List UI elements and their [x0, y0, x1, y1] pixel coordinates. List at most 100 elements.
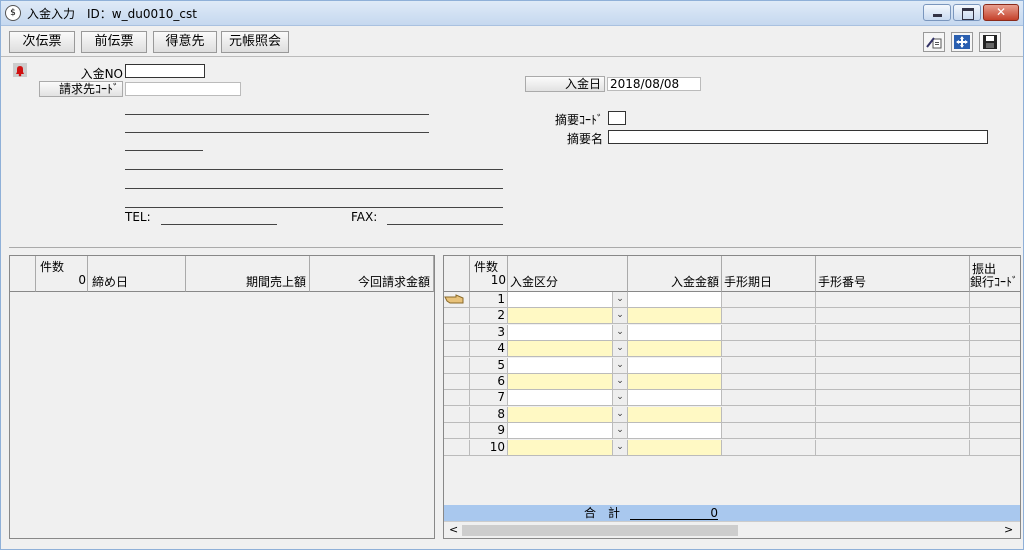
nyukin-no-input[interactable]	[125, 64, 205, 78]
payment-type-select[interactable]: ⌄	[508, 324, 628, 341]
table-row: 5 ⌄	[444, 357, 1020, 374]
payment-amount-input[interactable]	[628, 406, 722, 423]
bell-icon[interactable]	[13, 63, 27, 77]
row-indicator	[444, 439, 470, 456]
payment-amount-input[interactable]	[628, 439, 722, 456]
row-indicator	[444, 308, 470, 325]
bank-code-cell	[970, 390, 1020, 407]
billing-amount-label: 今回請求金額	[357, 275, 430, 289]
billing-amount-col-header: 今回請求金額	[310, 256, 434, 292]
payment-amount-input[interactable]	[628, 308, 722, 325]
next-slip-button[interactable]: 次伝票	[9, 31, 75, 53]
billing-history-grid: 件数 0 締め日 期間売上額 今回請求金額	[9, 255, 435, 539]
address-line-5	[125, 188, 503, 189]
chevron-down-icon[interactable]: ⌄	[612, 292, 627, 307]
horizontal-scrollbar[interactable]: < >	[444, 521, 1020, 538]
customer-button[interactable]: 得意先	[153, 31, 217, 53]
tekiyo-code-input[interactable]	[608, 111, 626, 125]
chevron-down-icon[interactable]: ⌄	[612, 341, 627, 357]
row-number: 10	[470, 439, 508, 456]
minimize-button[interactable]	[923, 4, 951, 21]
payment-amount-input[interactable]	[628, 292, 722, 308]
row-indicator	[444, 390, 470, 407]
toolbar: 次伝票 前伝票 得意先 元帳照会	[1, 26, 1023, 57]
bank-code-cell	[970, 308, 1020, 325]
chevron-down-icon[interactable]: ⌄	[612, 357, 627, 373]
count-col-header: 件数 0	[36, 256, 88, 292]
payment-amount-label: 入金金額	[670, 275, 719, 289]
table-row: 8 ⌄	[444, 406, 1020, 423]
table-row: 4 ⌄	[444, 341, 1020, 358]
bill-due-date-cell	[722, 423, 816, 440]
scroll-right-icon[interactable]: >	[1004, 523, 1013, 536]
bank-code-cell	[970, 439, 1020, 456]
pointer-hand-icon	[444, 294, 464, 304]
payment-type-col-header: 入金区分	[508, 256, 628, 292]
close-button[interactable]: ✕	[983, 4, 1019, 21]
total-bar: 合 計 0	[444, 505, 1020, 521]
payment-amount-input[interactable]	[628, 324, 722, 341]
table-row: 3 ⌄	[444, 324, 1020, 341]
chevron-down-icon[interactable]: ⌄	[612, 390, 627, 406]
payment-amount-input[interactable]	[628, 423, 722, 440]
tekiyo-code-label: 摘要ｺｰﾄﾞ	[554, 113, 603, 127]
payment-type-select[interactable]: ⌄	[508, 406, 628, 423]
payment-type-select[interactable]: ⌄	[508, 423, 628, 440]
bill-number-cell	[816, 292, 970, 308]
bill-number-cell	[816, 308, 970, 325]
scroll-thumb[interactable]	[462, 525, 738, 536]
bank-code-cell	[970, 374, 1020, 390]
payment-type-select[interactable]: ⌄	[508, 308, 628, 325]
title-bar[interactable]: $ 入金入力 ID：w_du0010_cst ✕	[1, 1, 1023, 26]
scroll-left-icon[interactable]: <	[449, 523, 458, 536]
ledger-inquiry-button[interactable]: 元帳照会	[221, 31, 289, 53]
payment-amount-input[interactable]	[628, 341, 722, 358]
payment-type-select[interactable]: ⌄	[508, 341, 628, 358]
bank-code-col-header: 振出 銀行ｺｰﾄﾞ	[970, 256, 1020, 292]
tekiyo-name-input[interactable]	[608, 130, 988, 144]
table-row: 6 ⌄	[444, 374, 1020, 390]
address-line-3	[125, 150, 203, 151]
payment-type-select[interactable]: ⌄	[508, 357, 628, 374]
bank-code-cell	[970, 406, 1020, 423]
payment-type-select[interactable]: ⌄	[508, 374, 628, 390]
nyukin-date-input[interactable]: 2018/08/08	[607, 77, 701, 91]
payment-detail-grid: 件数 10 入金区分 入金金額 手形期日 手形番号 振出 銀行ｺｰﾄﾞ 1 ⌄ 2 ⌄…	[443, 255, 1021, 539]
closing-date-label: 締め日	[92, 275, 129, 289]
nyukin-date-button[interactable]: 入金日	[525, 76, 605, 92]
chevron-down-icon[interactable]: ⌄	[612, 374, 627, 389]
payment-amount-input[interactable]	[628, 357, 722, 374]
payment-type-select[interactable]: ⌄	[508, 439, 628, 456]
prev-slip-button[interactable]: 前伝票	[81, 31, 147, 53]
edit-button[interactable]	[923, 32, 945, 52]
count-col-header: 件数 10	[470, 256, 508, 292]
chevron-down-icon[interactable]: ⌄	[612, 423, 627, 439]
chevron-down-icon[interactable]: ⌄	[612, 324, 627, 340]
save-button[interactable]	[979, 32, 1001, 52]
seikyu-code-input[interactable]	[125, 82, 241, 96]
bank-code-cell	[970, 324, 1020, 341]
row-number: 8	[470, 406, 508, 423]
header-form: 入金NO 請求先ｺｰﾄﾞ TEL: FAX: 入金日 2018/08/08 摘要…	[9, 57, 1021, 248]
fax-field	[387, 224, 503, 225]
address-line-6	[125, 207, 503, 208]
table-row: 10 ⌄	[444, 439, 1020, 456]
payment-amount-input[interactable]	[628, 390, 722, 407]
address-line-2	[125, 132, 429, 133]
row-indicator	[444, 324, 470, 341]
chevron-down-icon[interactable]: ⌄	[612, 308, 627, 324]
chevron-down-icon[interactable]: ⌄	[612, 406, 627, 422]
bank-code-cell	[970, 357, 1020, 374]
fit-button[interactable]	[951, 32, 973, 52]
bank-code-cell	[970, 423, 1020, 440]
payment-amount-col-header: 入金金額	[628, 256, 722, 292]
bill-number-col-header: 手形番号	[816, 256, 970, 292]
payment-type-select[interactable]: ⌄	[508, 292, 628, 308]
maximize-button[interactable]	[953, 4, 981, 21]
row-number: 5	[470, 357, 508, 374]
payment-amount-input[interactable]	[628, 374, 722, 390]
payment-type-select[interactable]: ⌄	[508, 390, 628, 407]
seikyu-code-button[interactable]: 請求先ｺｰﾄﾞ	[39, 81, 123, 97]
chevron-down-icon[interactable]: ⌄	[612, 439, 627, 455]
app-icon[interactable]: $	[5, 5, 21, 21]
